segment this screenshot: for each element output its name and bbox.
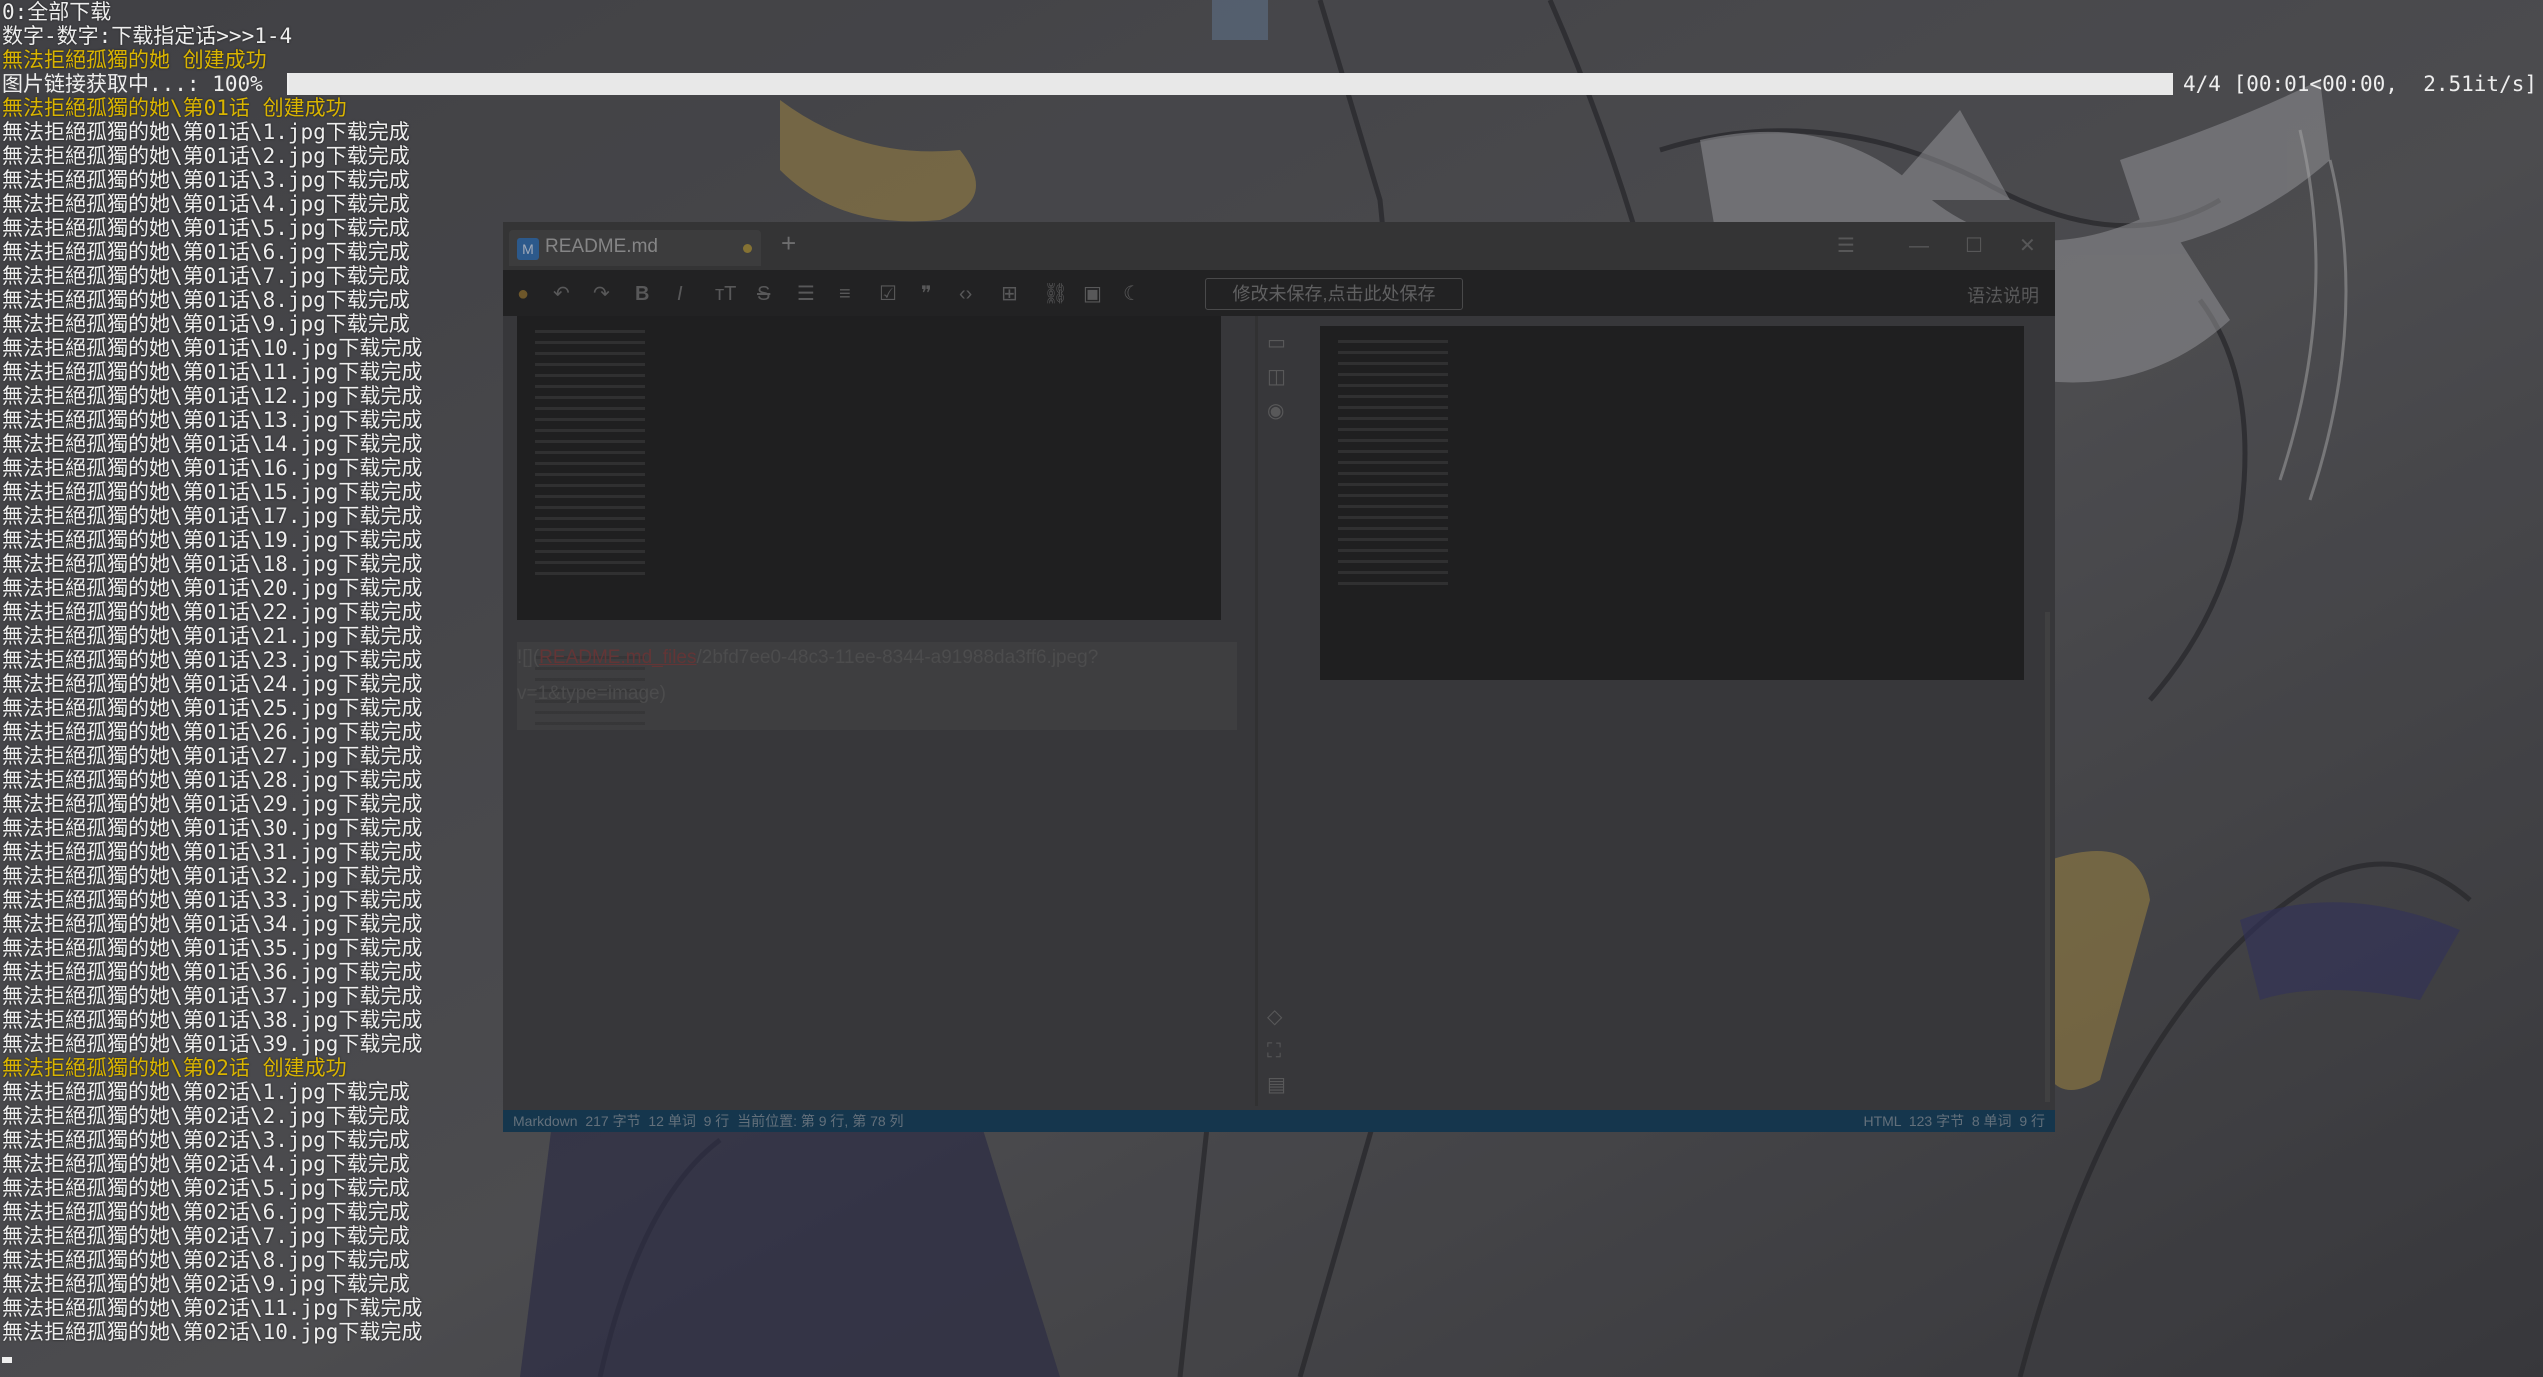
fullscreen-icon[interactable]: ⛶ xyxy=(1267,1040,1281,1062)
unsaved-indicator-icon xyxy=(743,244,752,253)
task-list-icon[interactable]: ☑ xyxy=(879,283,897,305)
editor-titlebar[interactable]: M README.md + ☰ — ☐ ✕ xyxy=(503,222,2055,270)
editor-statusbar: Markdown 217 字节 12 单词 9 行 当前位置: 第 9 行, 第… xyxy=(503,1110,2055,1132)
italic-icon[interactable]: I xyxy=(677,283,683,305)
link-prefix: ![]( xyxy=(517,647,540,668)
terminal-cursor xyxy=(2,1357,12,1363)
strikethrough-icon[interactable]: S xyxy=(757,283,770,305)
maximize-icon[interactable]: ☐ xyxy=(1965,234,1983,258)
pane-divider[interactable] xyxy=(1255,316,1258,1106)
outline-icon[interactable]: ▤ xyxy=(1267,1074,1286,1096)
progress-bar xyxy=(287,73,2173,95)
progress-label: 图片链接获取中...: 100% xyxy=(2,72,263,96)
status-left-info: Markdown 217 字节 12 单词 9 行 当前位置: 第 9 行, 第… xyxy=(513,1113,904,1129)
undo-icon[interactable]: ↶ xyxy=(553,283,570,305)
minimize-icon[interactable]: — xyxy=(1909,234,1929,258)
heading-icon[interactable]: ᴛT xyxy=(715,283,736,305)
redo-icon[interactable]: ↷ xyxy=(593,283,610,305)
sync-scroll-icon[interactable]: ◇ xyxy=(1267,1006,1282,1028)
progress-stats: 4/4 [00:01<00:00, 2.51it/s] xyxy=(2183,72,2538,96)
link-path[interactable]: README.md_files xyxy=(539,647,696,668)
status-right-info: HTML 123 字节 8 单词 9 行 xyxy=(1863,1113,2045,1129)
menu-icon[interactable]: ☰ xyxy=(1837,234,1855,258)
link-icon[interactable]: ⛓ xyxy=(1043,283,1068,305)
preview-eye-icon[interactable]: ◉ xyxy=(1267,400,1284,422)
table-icon[interactable]: ⊞ xyxy=(1001,283,1018,305)
new-tab-button[interactable]: + xyxy=(781,228,796,258)
tab-title: README.md xyxy=(545,236,658,257)
ordered-list-icon[interactable]: ≡ xyxy=(839,283,851,305)
syntax-help-link[interactable]: 语法说明 xyxy=(1967,282,2039,308)
bold-icon[interactable]: B xyxy=(635,283,649,305)
save-hint-button[interactable]: 修改未保存,点击此处保存 xyxy=(1205,278,1463,310)
document-tab[interactable]: M README.md xyxy=(509,230,761,266)
logo-icon: ● xyxy=(517,283,530,305)
close-icon[interactable]: ✕ xyxy=(2019,234,2036,258)
markdown-file-icon: M xyxy=(517,238,539,260)
code-icon[interactable]: ‹› xyxy=(959,283,972,305)
preview-scrollbar[interactable] xyxy=(2045,612,2050,1102)
progress-fill xyxy=(289,73,2173,95)
markdown-image-link-text[interactable]: ![](README.md_files/2bfd7ee0-48c3-11ee-8… xyxy=(517,640,1237,712)
single-pane-icon[interactable]: ▭ xyxy=(1267,332,1286,354)
embedded-screenshot-image xyxy=(517,316,1221,620)
dark-mode-icon[interactable]: ☾ xyxy=(1123,283,1141,305)
unordered-list-icon[interactable]: ☰ xyxy=(797,283,815,305)
split-pane-icon[interactable]: ◫ xyxy=(1267,366,1286,388)
image-icon[interactable]: ▣ xyxy=(1083,283,1102,305)
editor-toolbar: ● ↶ ↷ B I ᴛT S ☰ ≡ ☑ ❞ ‹› ⊞ ⛓ ▣ ☾ 修改未保存,… xyxy=(503,270,2055,316)
markdown-editor-window[interactable]: M README.md + ☰ — ☐ ✕ ● ↶ ↷ B I ᴛT S ☰ ≡… xyxy=(503,222,2055,1132)
preview-image xyxy=(1320,326,2024,680)
quote-icon[interactable]: ❞ xyxy=(921,283,932,305)
